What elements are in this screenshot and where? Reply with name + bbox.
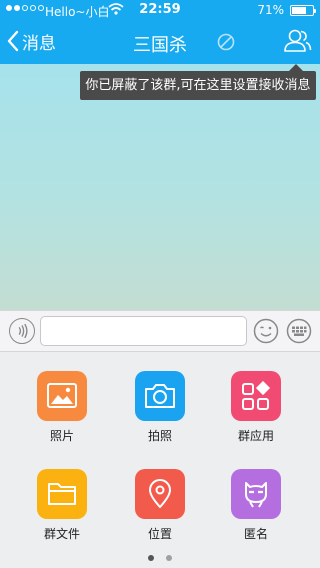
panel-item-camera[interactable]: 拍照 — [120, 371, 200, 444]
panel-item-group-files[interactable]: 群文件 — [22, 469, 102, 542]
panel-item-label: 位置 — [147, 527, 172, 541]
page-dot[interactable] — [166, 555, 172, 561]
battery-percentage: 71% — [257, 3, 284, 17]
panel-item-label: 群文件 — [43, 527, 80, 541]
apps-icon — [231, 371, 281, 421]
camera-icon — [135, 371, 185, 421]
status-bar: Hello~小白 22:59 71% — [0, 0, 320, 20]
photo-icon — [37, 371, 87, 421]
anonymous-icon — [231, 469, 281, 519]
panel-item-label: 照片 — [49, 429, 74, 443]
input-bar — [0, 310, 320, 352]
page-dot[interactable] — [148, 555, 154, 561]
panel-item-label: 匿名 — [243, 527, 268, 541]
navigation-bar: Hello~小白 22:59 71% 消息 三国杀 — [0, 0, 320, 64]
emoji-icon[interactable] — [253, 318, 279, 344]
message-input[interactable] — [40, 316, 247, 346]
panel-item-photo[interactable]: 照片 — [22, 371, 102, 444]
page-title: 三国杀 — [133, 35, 187, 56]
battery-level-fill — [292, 7, 307, 14]
folder-icon — [37, 469, 87, 519]
attachment-panel: 照片 拍照 群应用 群文件 位置 匿名 — [0, 352, 320, 568]
location-icon — [135, 469, 185, 519]
tooltip-arrow — [289, 64, 303, 71]
page-indicator — [0, 546, 320, 565]
mute-tooltip: 你已屏蔽了该群,可在这里设置接收消息 — [80, 71, 316, 100]
voice-icon[interactable] — [9, 318, 35, 344]
panel-item-group-apps[interactable]: 群应用 — [216, 371, 296, 444]
panel-item-location[interactable]: 位置 — [120, 469, 200, 542]
battery-icon — [290, 5, 316, 16]
keyboard-icon[interactable] — [286, 318, 312, 344]
group-members-icon[interactable] — [282, 27, 312, 55]
mute-icon — [217, 33, 235, 51]
chat-area[interactable] — [0, 64, 320, 310]
panel-item-label: 拍照 — [147, 429, 172, 443]
panel-item-anonymous[interactable]: 匿名 — [216, 469, 296, 542]
panel-item-label: 群应用 — [237, 429, 274, 443]
